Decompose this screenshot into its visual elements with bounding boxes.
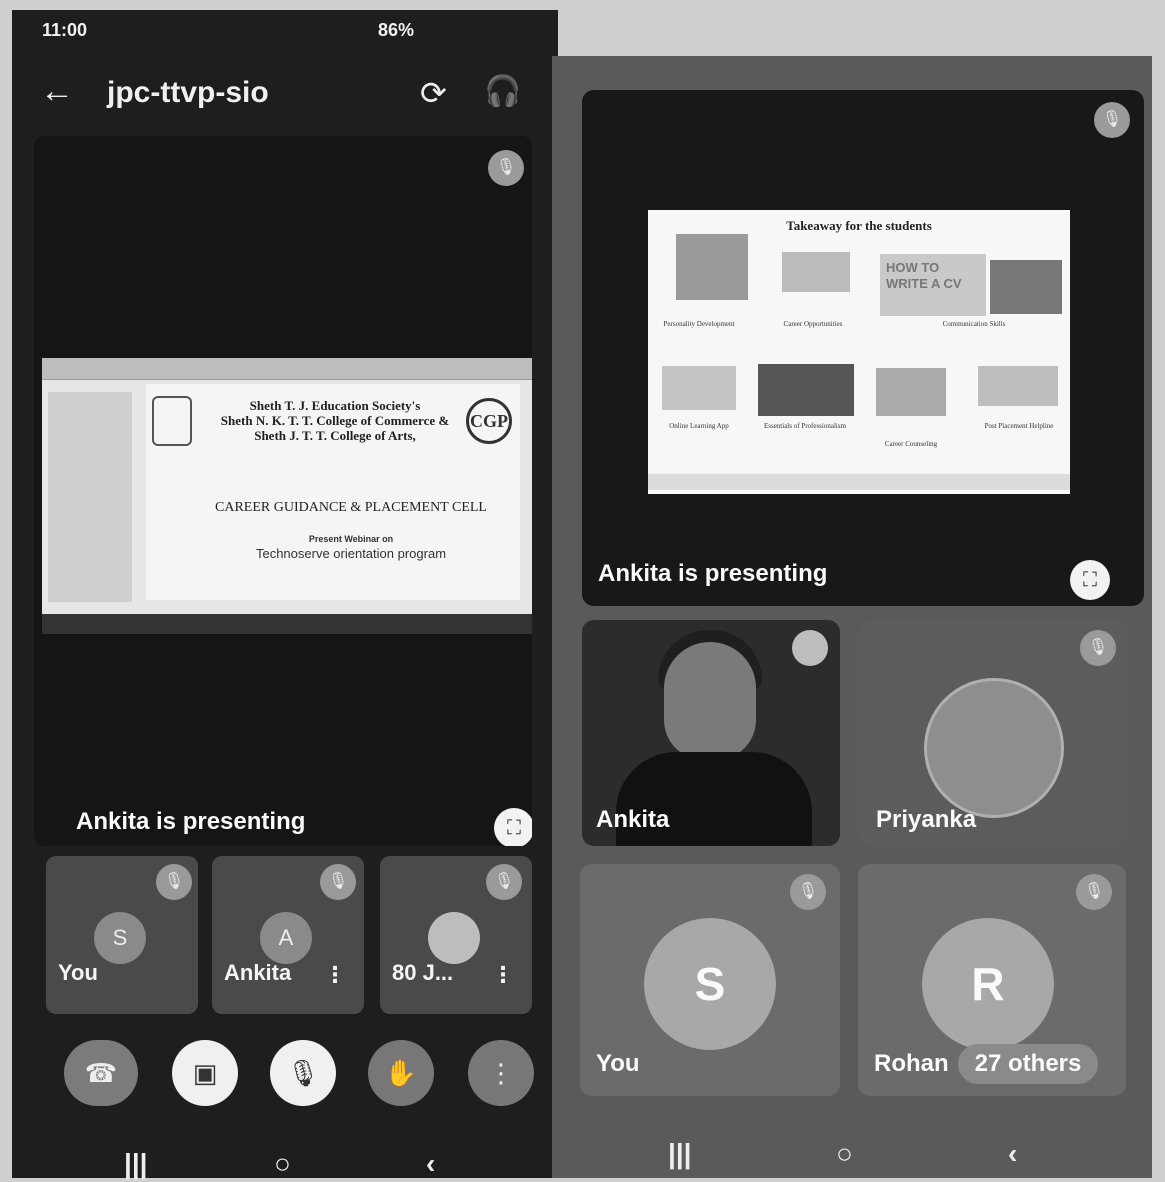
slide-org-line-2: Sheth N. K. T. T. College of Commerce &: [220, 413, 450, 428]
back-arrow-icon[interactable]: ←: [40, 72, 74, 111]
slide-title: Takeaway for the students: [786, 218, 932, 233]
camera-off-button[interactable]: ▣: [172, 1040, 238, 1106]
nav-home-icon[interactable]: ○: [274, 1148, 291, 1182]
headphones-icon[interactable]: 🎧: [484, 74, 521, 109]
college-crest-icon: [152, 396, 192, 446]
presenting-label: Ankita is presenting: [598, 560, 828, 587]
shared-slide: CGP Sheth T. J. Education Society's Shet…: [42, 358, 532, 634]
nav-recent-apps-icon[interactable]: |||: [668, 1138, 692, 1178]
status-bar: 11:00 86%: [12, 10, 558, 50]
slide-image: [676, 234, 748, 300]
nav-recent-apps-icon[interactable]: |||: [124, 1148, 148, 1182]
participant-name: Rohan: [874, 1050, 949, 1077]
participant-name: You: [58, 960, 98, 985]
mic-off-icon: 🎙: [488, 150, 524, 186]
raise-hand-button[interactable]: ✋: [368, 1040, 434, 1106]
participant-tile-ankita[interactable]: 🎙 A Ankita ⋮: [212, 856, 364, 1014]
participant-name: You: [596, 1050, 640, 1077]
cgp-logo: CGP: [466, 398, 512, 444]
more-options-icon[interactable]: ⋮: [492, 962, 514, 988]
slide-caption: Career Counseling: [884, 440, 938, 448]
slide-image: [990, 260, 1062, 314]
browser-chrome: [42, 358, 532, 380]
participant-tile-priyanka[interactable]: 🎙 Priyanka: [860, 620, 1128, 846]
avatar: R: [922, 918, 1054, 1050]
participant-name: Ankita: [596, 806, 670, 833]
slide-org-line-3: Sheth J. T. T. College of Arts,: [254, 428, 416, 443]
slide-image: [782, 252, 850, 292]
slide-image: [876, 368, 946, 416]
participant-name: Ankita: [224, 960, 292, 985]
presenting-label: Ankita is presenting: [76, 808, 306, 835]
slide-program: Technoserve orientation program: [255, 546, 447, 561]
mic-off-icon: 🎙: [320, 864, 356, 900]
fullscreen-icon[interactable]: ⛶: [494, 808, 532, 846]
speaking-indicator-icon: [792, 630, 828, 666]
battery-level: 86%: [378, 20, 415, 40]
presentation-tile[interactable]: 🎙 CGP Sheth T. J. Education Society's Sh…: [34, 136, 532, 846]
mic-off-icon: 🎙: [486, 864, 522, 900]
more-options-button[interactable]: ⋮: [468, 1040, 534, 1106]
right-phone-screen: 🎙 Takeaway for the students HOW TO WRITE…: [552, 56, 1152, 1178]
slide-caption: Personality Development: [663, 320, 735, 328]
switch-camera-icon[interactable]: ⟳: [420, 74, 447, 112]
nav-back-icon[interactable]: ‹: [426, 1148, 435, 1182]
slide-org-name: Sheth T. J. Education Society's Sheth N.…: [200, 398, 470, 443]
windows-taskbar: [42, 614, 532, 634]
participant-tile-80j[interactable]: 🎙 80 J... ⋮: [380, 856, 532, 1014]
avatar: S: [94, 912, 146, 964]
participant-name: 80 J...: [392, 960, 454, 985]
presentation-tile[interactable]: 🎙 Takeaway for the students HOW TO WRITE…: [582, 90, 1144, 606]
mic-off-button[interactable]: 🎙: [270, 1040, 336, 1106]
slide-cell-title: CAREER GUIDANCE & PLACEMENT CELL: [215, 500, 487, 515]
avatar: A: [260, 912, 312, 964]
slide-presents: Present Webinar on: [308, 534, 394, 544]
status-time: 11:00: [42, 20, 88, 40]
slide-caption: Post Placement Helpline: [984, 422, 1054, 430]
slide-org-line-1: Sheth T. J. Education Society's: [249, 398, 421, 413]
slide-caption: Essentials of Professionalism: [763, 422, 847, 430]
slide-image: [758, 364, 854, 416]
nav-back-icon[interactable]: ‹: [1008, 1138, 1017, 1178]
participant-tile-you[interactable]: 🎙 S You: [580, 864, 840, 1096]
left-phone-screen: 11:00 86% ← jpc-ttvp-sio ⟳ 🎧 🎙 CGP Sheth…: [12, 10, 558, 1179]
mic-off-icon: 🎙: [156, 864, 192, 900]
meeting-code-title[interactable]: jpc-ttvp-sio: [107, 76, 269, 110]
others-count-badge: 27 others: [958, 1044, 1098, 1084]
slide-caption: Online Learning App: [669, 422, 729, 430]
slide-image: [978, 366, 1058, 406]
end-call-button[interactable]: ☎: [64, 1040, 138, 1106]
slide-image: [662, 366, 736, 410]
more-options-icon[interactable]: ⋮: [324, 962, 346, 988]
shared-slide: Takeaway for the students HOW TO WRITE A…: [648, 210, 1070, 494]
avatar-photo: [924, 678, 1064, 818]
mic-off-icon: 🎙: [1094, 102, 1130, 138]
participant-tile-ankita-video[interactable]: Ankita: [582, 620, 840, 846]
avatar-photo: [428, 912, 480, 964]
participant-tile-you[interactable]: 🎙 S You: [46, 856, 198, 1014]
slide-caption: Communication Skills: [942, 320, 1006, 328]
meeting-app-bar: ← jpc-ttvp-sio ⟳ 🎧: [12, 62, 558, 132]
nav-home-icon[interactable]: ○: [836, 1138, 853, 1178]
fullscreen-icon[interactable]: ⛶: [1070, 560, 1110, 600]
mic-off-icon: 🎙: [1076, 874, 1112, 910]
slide-thumbnail-panel: [48, 392, 132, 602]
video-person-face: [664, 642, 756, 760]
slide-cv-banner: HOW TO WRITE A CV: [880, 254, 986, 316]
avatar: S: [644, 918, 776, 1050]
participant-tile-rohan-others[interactable]: 🎙 R Rohan 27 others: [858, 864, 1126, 1096]
mic-off-icon: 🎙: [1080, 630, 1116, 666]
participant-name: Priyanka: [876, 806, 977, 833]
mic-off-icon: 🎙: [790, 874, 826, 910]
slide-page: CGP Sheth T. J. Education Society's Shet…: [146, 384, 520, 600]
slide-footer-strip: [648, 474, 1070, 490]
slide-caption: Career Opportunities: [783, 320, 843, 328]
